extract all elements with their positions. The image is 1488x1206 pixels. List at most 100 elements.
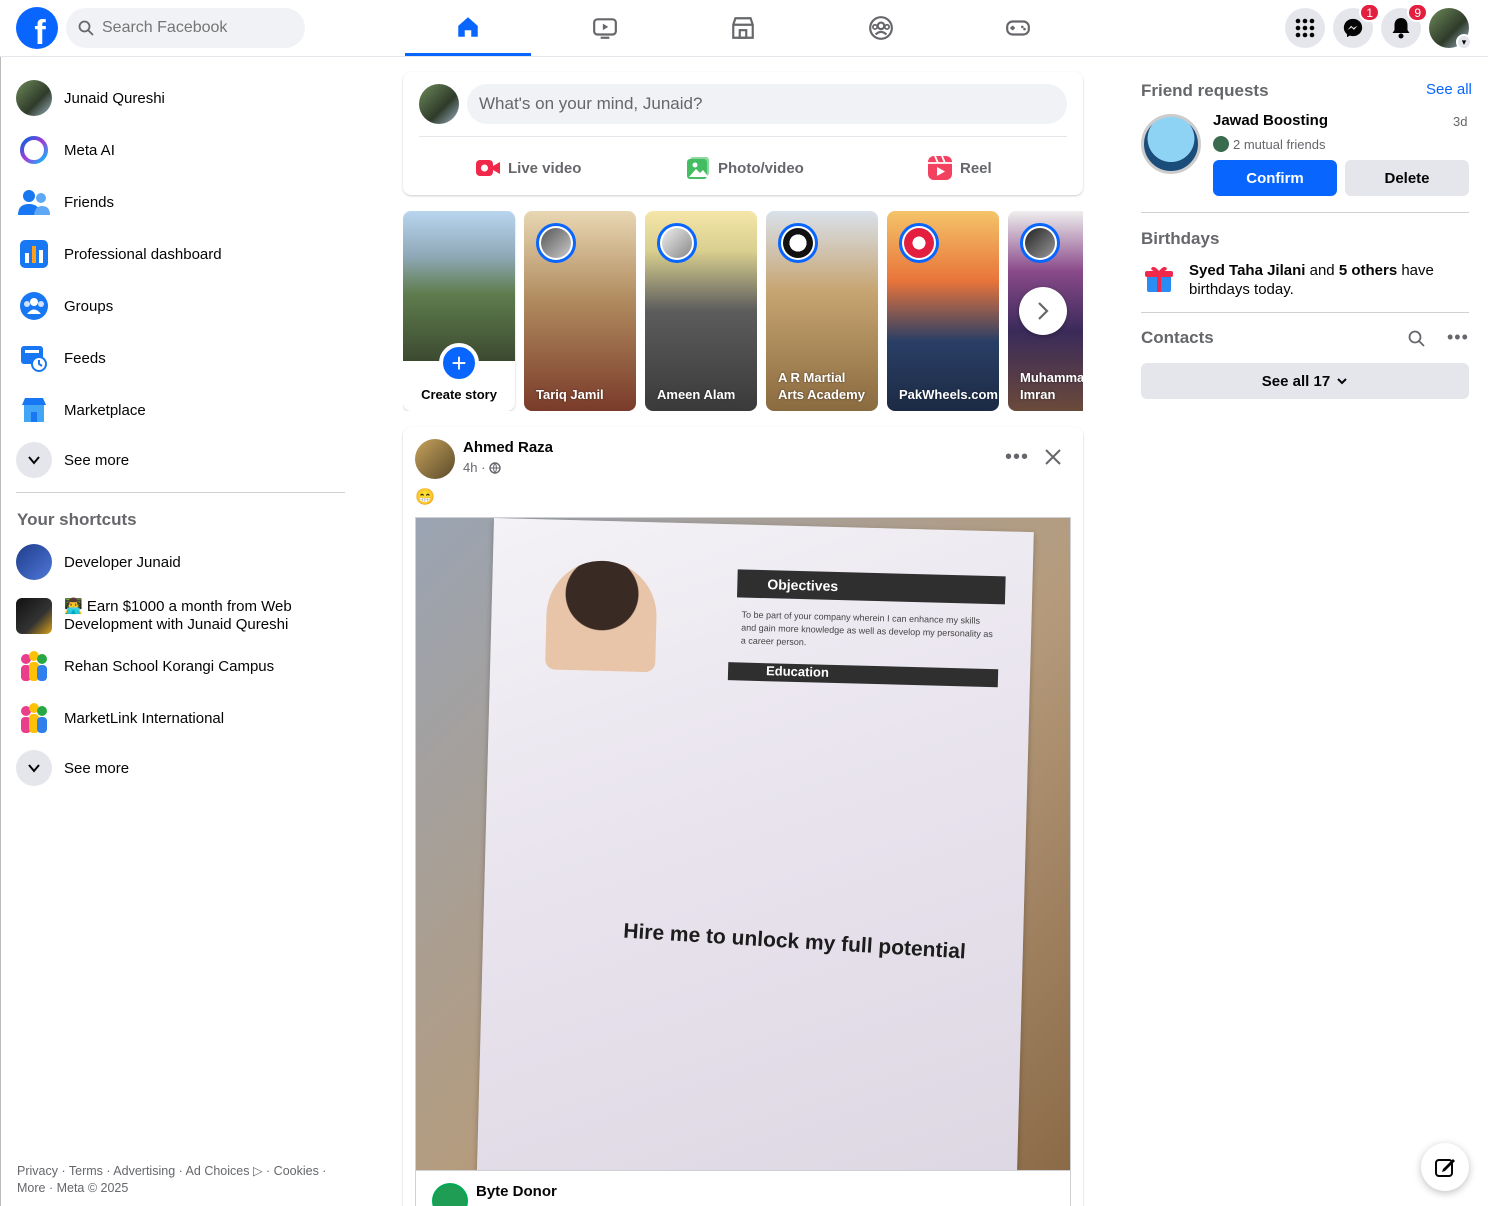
story-avatar <box>778 223 818 263</box>
groups-icon <box>16 288 52 324</box>
reel-label: Reel <box>960 159 992 177</box>
search-input[interactable] <box>102 19 292 37</box>
sidebar-item-profile[interactable]: Junaid Qureshi <box>8 72 348 124</box>
sidebar-item-friends[interactable]: Friends <box>8 176 348 228</box>
avatar <box>432 1183 468 1206</box>
feed-post: Ahmed Raza 4h · ••• 😁 Objectives To be p… <box>403 427 1083 1206</box>
sidebar-item-meta-ai[interactable]: Meta AI <box>8 124 348 176</box>
chevron-down-icon <box>1337 378 1347 385</box>
sidebar-item-label: Friends <box>64 193 115 211</box>
mutual-friends: 2 mutual friends <box>1213 136 1326 152</box>
shortcut-earn-1000[interactable]: 👨‍💻 Earn $1000 a month from Web Developm… <box>8 588 348 644</box>
tab-video[interactable] <box>542 0 668 56</box>
request-name[interactable]: Jawad Boosting <box>1213 112 1328 129</box>
post-link-preview[interactable]: Byte Donor <box>415 1171 1071 1206</box>
gaming-icon <box>1006 20 1030 36</box>
notifications-badge: 9 <box>1407 3 1428 22</box>
post-image[interactable]: Objectives To be part of your company wh… <box>415 517 1071 1171</box>
messenger-button[interactable]: 1 <box>1333 3 1380 48</box>
avatar <box>16 80 52 116</box>
shortcut-marketlink[interactable]: MarketLink International <box>8 692 348 744</box>
facebook-logo-icon[interactable]: f <box>16 7 58 49</box>
tab-gaming[interactable] <box>955 0 1081 56</box>
story-avatar <box>536 223 576 263</box>
plus-icon[interactable]: + <box>439 343 479 383</box>
menu-button[interactable] <box>1285 8 1325 48</box>
see-all-contacts-button[interactable]: See all 17 <box>1141 363 1469 399</box>
chevron-down-icon: ▾ <box>1456 34 1472 50</box>
photo-video-label: Photo/video <box>718 159 804 177</box>
story-card[interactable]: Ameen Alam <box>645 211 757 411</box>
story-card[interactable]: Tariq Jamil <box>524 211 636 411</box>
search-box[interactable] <box>66 8 305 48</box>
divider <box>1141 312 1469 313</box>
marketplace-icon <box>16 392 52 428</box>
story-name: Tariq Jamil <box>536 387 604 402</box>
composer-input[interactable]: What's on your mind, Junaid? <box>467 84 1067 124</box>
notifications-button[interactable]: 9 <box>1381 3 1428 48</box>
new-message-button[interactable] <box>1421 1143 1469 1191</box>
group-people-icon <box>16 648 52 684</box>
group-avatar <box>16 598 52 634</box>
story-card[interactable]: PakWheels.com <box>887 211 999 411</box>
sidebar-item-groups[interactable]: Groups <box>8 280 348 332</box>
sidebar-see-more[interactable]: See more <box>8 434 348 486</box>
see-all-contacts-label: See all 17 <box>1261 372 1331 390</box>
shortcuts-see-more[interactable]: See more <box>8 742 348 794</box>
birthday-text[interactable]: Syed Taha Jilani and 5 others have birth… <box>1189 261 1459 299</box>
post-time[interactable]: 4h · <box>463 460 485 475</box>
shortcut-label: Developer Junaid <box>64 553 181 571</box>
story-avatar <box>899 223 939 263</box>
tab-home[interactable] <box>405 0 531 56</box>
more-options-icon[interactable]: ••• <box>999 443 1035 471</box>
dashboard-icon <box>16 236 52 272</box>
search-icon[interactable] <box>1407 329 1427 349</box>
delete-button[interactable]: Delete <box>1345 160 1469 196</box>
avatar <box>1213 136 1229 152</box>
tab-marketplace[interactable] <box>680 0 806 56</box>
video-icon <box>593 18 617 39</box>
stories-next-button[interactable] <box>1019 287 1067 335</box>
shortcut-label: Rehan School Korangi Campus <box>64 657 275 675</box>
shortcut-label: 👨‍💻 Earn $1000 a month from Web Developm… <box>64 598 292 633</box>
live-video-button[interactable]: Live video <box>476 148 581 188</box>
chevron-down-icon <box>16 442 52 478</box>
feeds-icon <box>16 340 52 376</box>
story-name: Ameen Alam <box>657 387 736 402</box>
top-bar: f 1 9 ▾ <box>0 0 1488 57</box>
avatar <box>419 84 459 124</box>
sidebar-item-professional-dashboard[interactable]: Professional dashboard <box>8 228 348 280</box>
tab-groups[interactable] <box>818 0 944 56</box>
contacts-title: Contacts <box>1141 328 1214 347</box>
shortcut-developer-junaid[interactable]: Developer Junaid <box>8 536 348 588</box>
resume-paper: Objectives To be part of your company wh… <box>475 518 1034 1170</box>
post-meta: 4h · <box>463 460 502 475</box>
sidebar-item-marketplace[interactable]: Marketplace <box>8 384 348 436</box>
see-all-link[interactable]: See all <box>1426 81 1472 98</box>
live-video-label: Live video <box>508 159 582 177</box>
avatar[interactable] <box>415 439 455 479</box>
close-icon[interactable] <box>1037 441 1069 473</box>
group-people-icon <box>16 700 52 736</box>
confirm-button[interactable]: Confirm <box>1213 160 1337 196</box>
chevron-right-icon <box>1038 302 1049 320</box>
photo-video-button[interactable]: Photo/video <box>686 148 804 188</box>
more-options-icon[interactable]: ••• <box>1447 327 1469 348</box>
sidebar-item-feeds[interactable]: Feeds <box>8 332 348 384</box>
divider <box>1141 212 1469 213</box>
post-author[interactable]: Ahmed Raza <box>463 439 553 456</box>
shortcut-rehan-school[interactable]: Rehan School Korangi Campus <box>8 640 348 692</box>
create-story-card[interactable]: + Create story <box>403 211 515 411</box>
footer-links[interactable]: Privacy · Terms · Advertising · Ad Choic… <box>17 1163 357 1197</box>
shortcut-label: MarketLink International <box>64 709 225 727</box>
post-composer: What's on your mind, Junaid? Live video … <box>403 72 1083 195</box>
objectives-heading: Objectives <box>737 569 1006 605</box>
reel-button[interactable]: Reel <box>928 148 992 188</box>
account-avatar[interactable]: ▾ <box>1429 8 1472 50</box>
messenger-icon <box>1343 18 1363 38</box>
story-card[interactable]: A R Martial Arts Academy <box>766 211 878 411</box>
reel-icon <box>928 156 952 180</box>
story-name: Muhammad Imran <box>1020 370 1083 402</box>
avatar[interactable] <box>1141 114 1201 174</box>
meta-ai-icon <box>16 132 52 168</box>
